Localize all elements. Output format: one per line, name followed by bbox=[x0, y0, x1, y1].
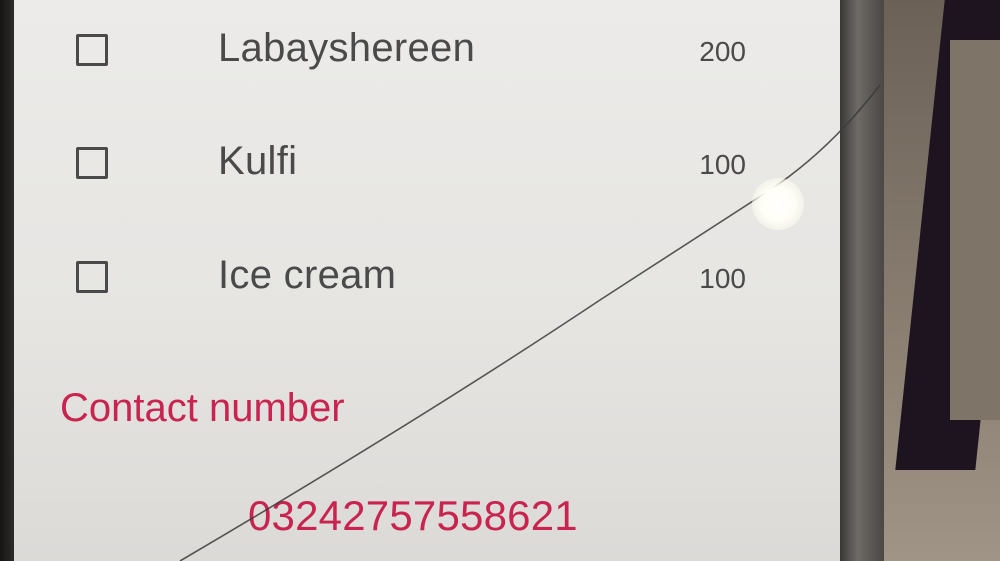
contact-number-value[interactable]: 03242757558621 bbox=[248, 492, 578, 540]
list-item[interactable]: Ice cream 100 bbox=[14, 249, 840, 309]
item-name: Kulfi bbox=[218, 139, 298, 183]
list-item[interactable]: Kulfi 100 bbox=[14, 135, 840, 195]
contact-number-label: Contact number bbox=[60, 386, 345, 430]
photo-scene: Labayshereen 200 Kulfi 100 Ice cream 100… bbox=[0, 0, 1000, 561]
item-name: Ice cream bbox=[218, 253, 397, 297]
item-price: 100 bbox=[699, 149, 746, 180]
item-name: Labayshereen bbox=[218, 26, 476, 70]
item-checkbox[interactable] bbox=[76, 147, 108, 179]
phone-screen: Labayshereen 200 Kulfi 100 Ice cream 100… bbox=[14, 0, 840, 561]
phone-bezel-left bbox=[0, 0, 14, 561]
phone-bezel-right bbox=[840, 0, 884, 561]
desk-inner-panel bbox=[950, 40, 1000, 420]
list-item[interactable]: Labayshereen 200 bbox=[14, 22, 840, 82]
item-checkbox[interactable] bbox=[76, 261, 108, 293]
item-price: 100 bbox=[699, 263, 746, 294]
item-checkbox[interactable] bbox=[76, 34, 108, 66]
item-price: 200 bbox=[699, 36, 746, 67]
